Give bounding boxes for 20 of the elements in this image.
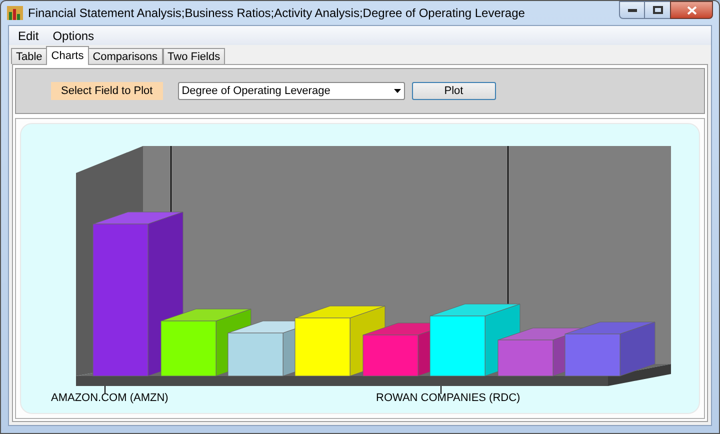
close-button[interactable] bbox=[670, 1, 713, 19]
menu-item[interactable]: Options bbox=[48, 26, 100, 44]
category-label: ROWAN COMPANIES (RDC) bbox=[376, 391, 520, 406]
tab[interactable]: Charts bbox=[46, 46, 89, 65]
maximize-icon bbox=[652, 6, 662, 14]
tab[interactable]: Table bbox=[11, 48, 48, 64]
close-icon bbox=[686, 6, 696, 14]
tab[interactable]: Comparisons bbox=[88, 48, 163, 64]
plot-button[interactable]: Plot bbox=[412, 82, 496, 100]
bar-chart-icon bbox=[7, 6, 23, 20]
tab[interactable]: Two Fields bbox=[162, 48, 226, 64]
window-title: Financial Statement Analysis;Business Ratios;Activity Analysis;Degree of Operating Leverage bbox=[28, 5, 525, 22]
category-label: AMAZON.COM (AMZN) bbox=[51, 391, 168, 406]
minimize-button[interactable] bbox=[619, 1, 645, 19]
minimize-icon bbox=[628, 8, 636, 12]
field-label: Select Field to Plot bbox=[51, 82, 163, 100]
field-dropdown[interactable]: Degree of Operating Leverage bbox=[178, 82, 405, 100]
dropdown-caret-icon bbox=[394, 89, 401, 93]
menu-item[interactable]: Edit bbox=[13, 26, 44, 44]
maximize-button[interactable] bbox=[645, 1, 670, 19]
